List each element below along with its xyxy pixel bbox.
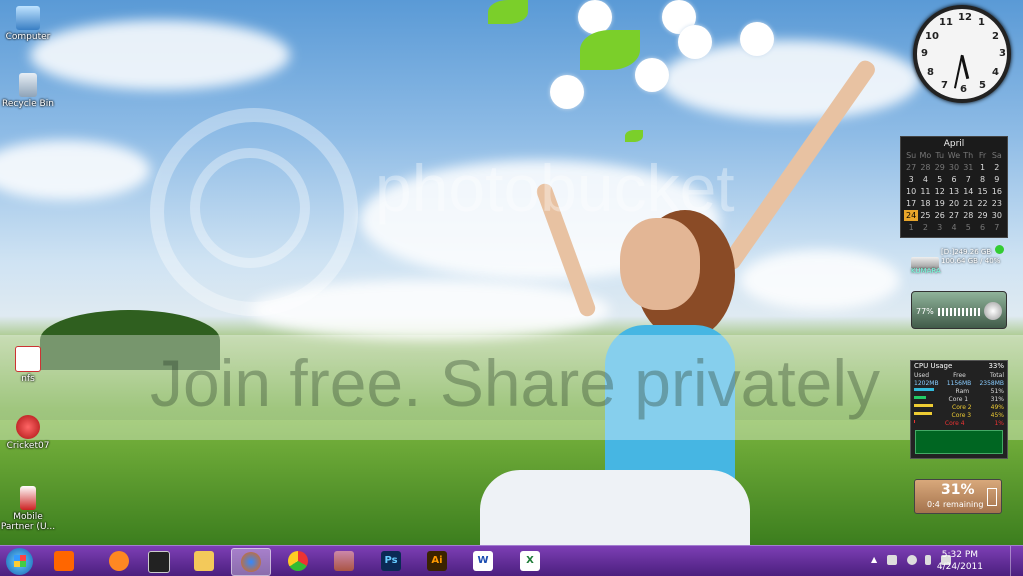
desktop-icon-mobile-partner[interactable]: Mobile Partner (U... [0, 486, 56, 532]
battery-gadget[interactable]: 31% 0:4 remaining [914, 479, 1002, 514]
battery-remaining-label: remaining [943, 500, 984, 509]
taskbar-windows-media-player[interactable] [45, 548, 83, 574]
calendar-today: 24 [904, 210, 919, 221]
show-hidden-icons-icon[interactable]: ▲ [871, 555, 877, 565]
speaker-knob-icon[interactable] [984, 302, 1002, 320]
winrar-icon [334, 551, 354, 571]
taskbar-date: 4/24/2011 [936, 562, 983, 572]
firefox-icon [241, 552, 261, 572]
chrome-icon [288, 551, 308, 571]
photoshop-icon: Ps [381, 551, 401, 571]
desktop-icon-cricket07[interactable]: Cricket07 [0, 415, 56, 451]
refresh-icon[interactable] [995, 245, 1004, 254]
cpu-total-usage: 33% [988, 362, 1004, 370]
desktop-icon-computer[interactable]: Computer [0, 6, 56, 42]
cricket-ball-icon [16, 415, 40, 439]
taskbar-excel[interactable]: X [511, 548, 549, 574]
tray-app-icon[interactable] [887, 555, 897, 565]
desktop-icon-recycle-bin[interactable]: Recycle Bin [0, 73, 56, 109]
volume-level: 77% [916, 307, 934, 316]
watermark-brand: photobucket [375, 151, 735, 225]
battery-icon [987, 488, 997, 506]
desktop-icon-label: Cricket07 [6, 441, 50, 451]
nero-icon [109, 551, 129, 571]
drive-capacity: [D:]249.26 GB [941, 248, 992, 256]
core2-row: Core 2 49% [911, 404, 1007, 412]
taskbar-photoshop[interactable]: Ps [372, 548, 410, 574]
desktop-icon-label: Computer [5, 32, 51, 42]
folder-icon [194, 551, 214, 571]
taskbar: Ps Ai W X ▲ 5:32 PM 4/24/2011 [0, 545, 1023, 576]
excel-icon: X [520, 551, 540, 571]
taskbar-clock[interactable]: 5:32 PM 4/24/2011 [937, 549, 983, 573]
drive-gadget[interactable]: [D:]249.26 GB 100.64 GB / 40% KUMARA [911, 245, 1006, 275]
windows-logo-icon [13, 555, 26, 567]
calendar-gadget[interactable]: April Su Mo Tu We Th Fr Sa 27 28 29 30 31 1 2 345678… [900, 136, 1008, 238]
taskbar-time: 5:32 PM [941, 550, 979, 560]
cpu-graph [915, 430, 1003, 454]
core4-row: Core 4 1% [911, 420, 1007, 428]
desktop-icon-label: nfs [21, 374, 35, 384]
clock-gadget[interactable]: 12 3 6 9 1 2 4 5 7 8 10 11 [913, 5, 1011, 103]
taskbar-illustrator[interactable]: Ai [418, 548, 456, 574]
calendar-month: April [943, 139, 965, 149]
kinemaster-icon [148, 551, 170, 573]
watermark-tagline: Join free. Share privately [150, 346, 881, 420]
drive-label: KUMARA [911, 267, 941, 275]
show-desktop-button[interactable] [1010, 546, 1023, 576]
core1-row: Core 1 31% [911, 396, 1007, 404]
media-player-icon [54, 551, 74, 571]
taskbar-word[interactable]: W [464, 548, 502, 574]
cpu-usage-gadget[interactable]: CPU Usage 33% Used Free Total 1202MB 1156MB… [910, 360, 1008, 459]
recycle-bin-icon [19, 73, 37, 97]
start-button[interactable] [6, 548, 33, 575]
taskbar-chrome[interactable] [279, 548, 317, 574]
volume-slider[interactable] [938, 308, 982, 316]
desktop-icon-label: Mobile Partner (U... [0, 512, 56, 532]
taskbar-nero[interactable] [100, 548, 138, 574]
battery-percent: 31% [941, 482, 975, 498]
desktop-icon-label: Recycle Bin [2, 99, 54, 109]
tray-network-icon[interactable] [907, 555, 917, 565]
drive-usage: 100.64 GB / 40% [941, 257, 1001, 265]
taskbar-file-explorer[interactable] [185, 548, 223, 574]
word-icon: W [473, 551, 493, 571]
mobile-partner-icon [20, 486, 36, 510]
calendar-grid: Su Mo Tu We Th Fr Sa 27 28 29 30 31 1 2 3456789 10 11… [901, 149, 1007, 234]
taskbar-firefox[interactable] [231, 548, 271, 576]
battery-remaining-time: 0:4 [927, 500, 940, 509]
volume-gadget[interactable]: 77% [911, 291, 1007, 329]
system-tray: ▲ 5:32 PM 4/24/2011 [863, 546, 1023, 576]
taskbar-kinemaster[interactable] [140, 548, 178, 574]
core3-row: Core 3 45% [911, 412, 1007, 420]
desktop-icon-nfs[interactable]: nfs [0, 346, 56, 384]
battery-tray-icon[interactable] [925, 555, 931, 565]
ram-row: Ram 51% [911, 388, 1007, 396]
cpu-title: CPU Usage [914, 362, 953, 370]
nfs-icon [15, 346, 41, 372]
illustrator-icon: Ai [427, 551, 447, 571]
desktop-wallpaper: photobucket Join free. Share privately [0, 0, 1023, 545]
computer-icon [16, 6, 40, 30]
taskbar-winrar[interactable] [325, 548, 363, 574]
